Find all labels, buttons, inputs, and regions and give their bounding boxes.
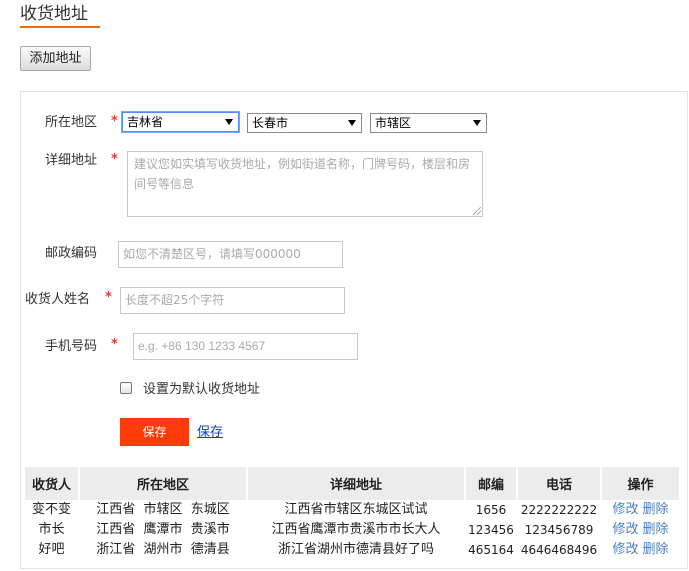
required-marker: * [111, 152, 118, 167]
cell-receiver: 市长 [38, 522, 65, 537]
cell-phone: 2222222222 [520, 503, 598, 517]
table-row: 好吧 浙江省 湖州市 德清县 浙江省湖州市德清县好了吗 465164 46464… [25, 540, 679, 560]
delete-link[interactable]: 删除 [643, 542, 669, 557]
dropdown-arrow-icon [225, 119, 233, 125]
delete-link[interactable]: 删除 [643, 522, 669, 537]
address-table: 收货人 所在地区 详细地址 邮编 电话 操作 变不变 江西省 市辖区 东城区 江… [23, 467, 681, 560]
cell-postcode: 123456 [468, 523, 514, 537]
header-actions: 操作 [602, 467, 679, 500]
cell-receiver: 好吧 [38, 542, 65, 557]
header-detail: 详细地址 [248, 467, 464, 500]
delete-link[interactable]: 删除 [643, 502, 669, 517]
save-button[interactable]: 保存 [120, 418, 189, 446]
cell-actions: 修改 删除 [602, 520, 679, 540]
region-label: 所在地区 [45, 115, 98, 130]
edit-link[interactable]: 修改 [612, 542, 638, 557]
table-row: 市长 江西省 鹰潭市 贵溪市 江西省鹰潭市贵溪市市长大人 123456 1234… [25, 520, 679, 540]
save-link[interactable]: 保存 [197, 424, 223, 442]
cell-region: 江西省 市辖区 东城区 [96, 502, 230, 517]
cell-phone: 4646468496 [520, 543, 598, 557]
page-title: 收货地址 [20, 4, 88, 24]
cell-detail: 江西省鹰潭市贵溪市市长大人 [271, 522, 441, 537]
cell-detail: 江西省市辖区东城区试试 [284, 502, 428, 517]
default-address-label: 设置为默认收货地址 [143, 382, 261, 397]
dropdown-arrow-icon [473, 120, 481, 126]
phone-label: 手机号码 [45, 339, 98, 354]
required-marker: * [111, 337, 118, 352]
district-value: 市辖区 [375, 116, 412, 130]
detail-address-label: 详细地址 [45, 153, 98, 168]
edit-link[interactable]: 修改 [612, 522, 638, 537]
city-value: 长春市 [252, 116, 289, 130]
cell-postcode: 1656 [475, 503, 507, 517]
cell-region: 江西省 鹰潭市 贵溪市 [96, 522, 230, 537]
phone-input[interactable]: e.g. +86 130 1233 4567 [133, 333, 358, 360]
edit-link[interactable]: 修改 [612, 502, 638, 517]
header-phone: 电话 [518, 467, 600, 500]
cell-receiver: 变不变 [31, 502, 71, 517]
default-address-checkbox[interactable] [120, 382, 132, 394]
header-postcode: 邮编 [466, 467, 516, 500]
receiver-name-label: 收货人姓名 [25, 292, 91, 307]
cell-phone: 123456789 [524, 523, 594, 537]
header-receiver: 收货人 [25, 467, 78, 500]
required-marker: * [111, 114, 118, 129]
cell-actions: 修改 删除 [602, 500, 679, 520]
title-underline [20, 26, 100, 28]
required-marker: * [105, 290, 112, 305]
add-address-button[interactable]: 添加地址 [20, 46, 91, 71]
dropdown-arrow-icon [348, 120, 356, 126]
table-row: 变不变 江西省 市辖区 东城区 江西省市辖区东城区试试 1656 2222222… [25, 500, 679, 520]
cell-postcode: 465164 [468, 543, 514, 557]
postcode-input[interactable]: 如您不清楚区号，请填写000000 [118, 241, 343, 268]
province-select[interactable]: 吉林省 [122, 112, 239, 132]
district-select[interactable]: 市辖区 [370, 113, 487, 133]
cell-detail: 浙江省湖州市德清县好了吗 [277, 542, 434, 557]
detail-address-placeholder: 建议您如实填写收货地址，例如街道名称，门牌号码，楼层和房间号等信息 [134, 157, 471, 191]
detail-address-textarea[interactable]: 建议您如实填写收货地址，例如街道名称，门牌号码，楼层和房间号等信息 [127, 151, 483, 217]
table-header-row: 收货人 所在地区 详细地址 邮编 电话 操作 [25, 467, 679, 500]
resize-grip-icon[interactable] [473, 207, 481, 215]
receiver-name-input[interactable]: 长度不超25个字符 [120, 287, 345, 314]
province-value: 吉林省 [127, 115, 164, 129]
header-region: 所在地区 [80, 467, 246, 500]
cell-region: 浙江省 湖州市 德清县 [96, 542, 230, 557]
postcode-label: 邮政编码 [45, 246, 98, 261]
city-select[interactable]: 长春市 [247, 113, 362, 133]
cell-actions: 修改 删除 [602, 540, 679, 560]
